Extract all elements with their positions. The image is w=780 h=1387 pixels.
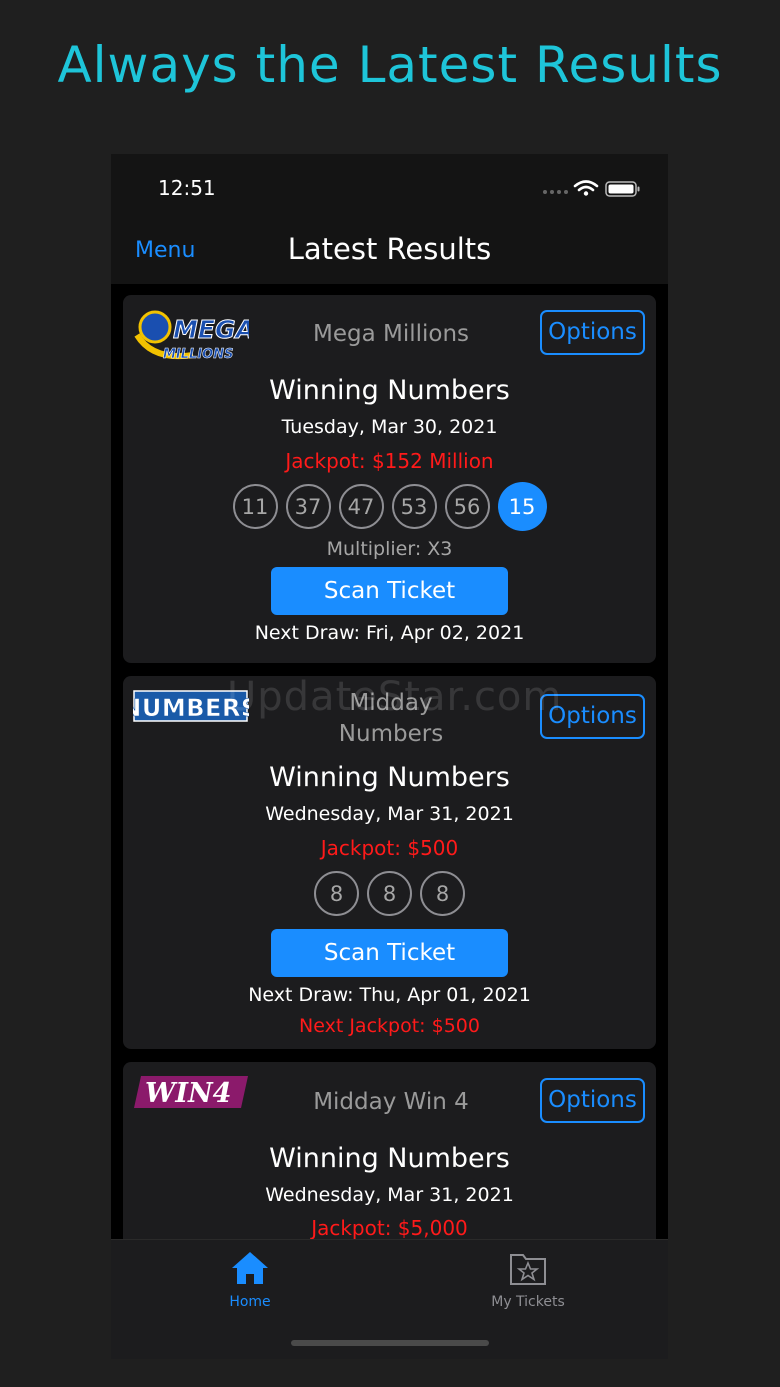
next-jackpot: Next Jackpot: $500 xyxy=(299,1015,480,1037)
number-ball: 11 xyxy=(232,484,278,529)
draw-date: Tuesday, Mar 30, 2021 xyxy=(281,416,498,438)
signal-icon xyxy=(543,190,568,194)
status-time: 12:51 xyxy=(158,176,216,200)
number-ball: 56 xyxy=(444,484,490,529)
phone-screen: 12:51 Menu Latest Results MEGA MILLIONS xyxy=(111,154,668,1359)
number-ball: 37 xyxy=(285,484,331,529)
home-indicator xyxy=(291,1340,489,1346)
wifi-dot xyxy=(583,191,589,196)
game-name: Mega Millions xyxy=(312,321,470,347)
top-bar: 12:51 Menu Latest Results xyxy=(111,154,668,284)
number-ball: 47 xyxy=(338,484,384,529)
jackpot-amount: Jackpot: $5,000 xyxy=(311,1216,468,1240)
win4-logo: WIN4 xyxy=(134,1076,248,1109)
scan-ticket-button[interactable]: Scan Ticket xyxy=(271,567,508,615)
lottery-card-mega-millions: MEGA MILLIONS Mega Millions Options Winn… xyxy=(123,295,656,663)
jackpot-amount: Jackpot: $500 xyxy=(320,836,459,860)
number-ball: 8 xyxy=(314,871,359,916)
svg-text:WIN4: WIN4 xyxy=(145,1078,231,1109)
watermark: UpdateStar.com xyxy=(227,674,563,720)
promo-headline: Always the Latest Results xyxy=(57,36,723,94)
winning-numbers-heading: Winning Numbers xyxy=(269,1143,510,1174)
next-draw: Next Draw: Thu, Apr 01, 2021 xyxy=(248,984,531,1006)
next-draw: Next Draw: Fri, Apr 02, 2021 xyxy=(254,622,525,644)
winning-balls: 11 37 47 53 56 15 xyxy=(123,482,656,531)
svg-text:MILLIONS: MILLIONS xyxy=(163,347,233,362)
wifi-icon xyxy=(573,180,599,192)
scan-ticket-button[interactable]: Scan Ticket xyxy=(271,929,508,977)
number-ball: 53 xyxy=(391,484,437,529)
status-icons xyxy=(543,180,640,197)
battery-icon xyxy=(605,181,640,197)
home-icon xyxy=(232,1252,268,1284)
jackpot-amount: Jackpot: $152 Million xyxy=(285,449,494,473)
svg-text:MEGA: MEGA xyxy=(173,315,249,344)
draw-date: Wednesday, Mar 31, 2021 xyxy=(265,803,514,825)
number-ball: 8 xyxy=(367,871,412,916)
multiplier: Multiplier: X3 xyxy=(326,538,453,560)
number-ball: 8 xyxy=(420,871,465,916)
options-button[interactable]: Options xyxy=(540,310,645,355)
tab-home[interactable]: Home xyxy=(190,1250,310,1310)
winning-numbers-heading: Winning Numbers xyxy=(269,375,510,406)
page-title: Latest Results xyxy=(287,232,492,266)
game-name: Midday Win 4 xyxy=(313,1089,469,1115)
draw-date: Wednesday, Mar 31, 2021 xyxy=(265,1184,514,1206)
tab-my-tickets-label: My Tickets xyxy=(491,1294,565,1310)
options-button[interactable]: Options xyxy=(540,1078,645,1123)
tab-home-label: Home xyxy=(229,1294,271,1310)
winning-numbers-heading: Winning Numbers xyxy=(269,762,510,793)
tickets-folder-icon xyxy=(510,1254,546,1285)
mega-millions-logo: MEGA MILLIONS xyxy=(134,310,249,362)
lottery-card-midday-numbers: NUMBERS Midday Numbers Options Winning N… xyxy=(123,676,656,1049)
bonus-ball: 15 xyxy=(497,482,547,531)
tab-my-tickets[interactable]: My Tickets xyxy=(468,1250,588,1310)
winning-balls: 8 8 8 xyxy=(123,871,656,916)
